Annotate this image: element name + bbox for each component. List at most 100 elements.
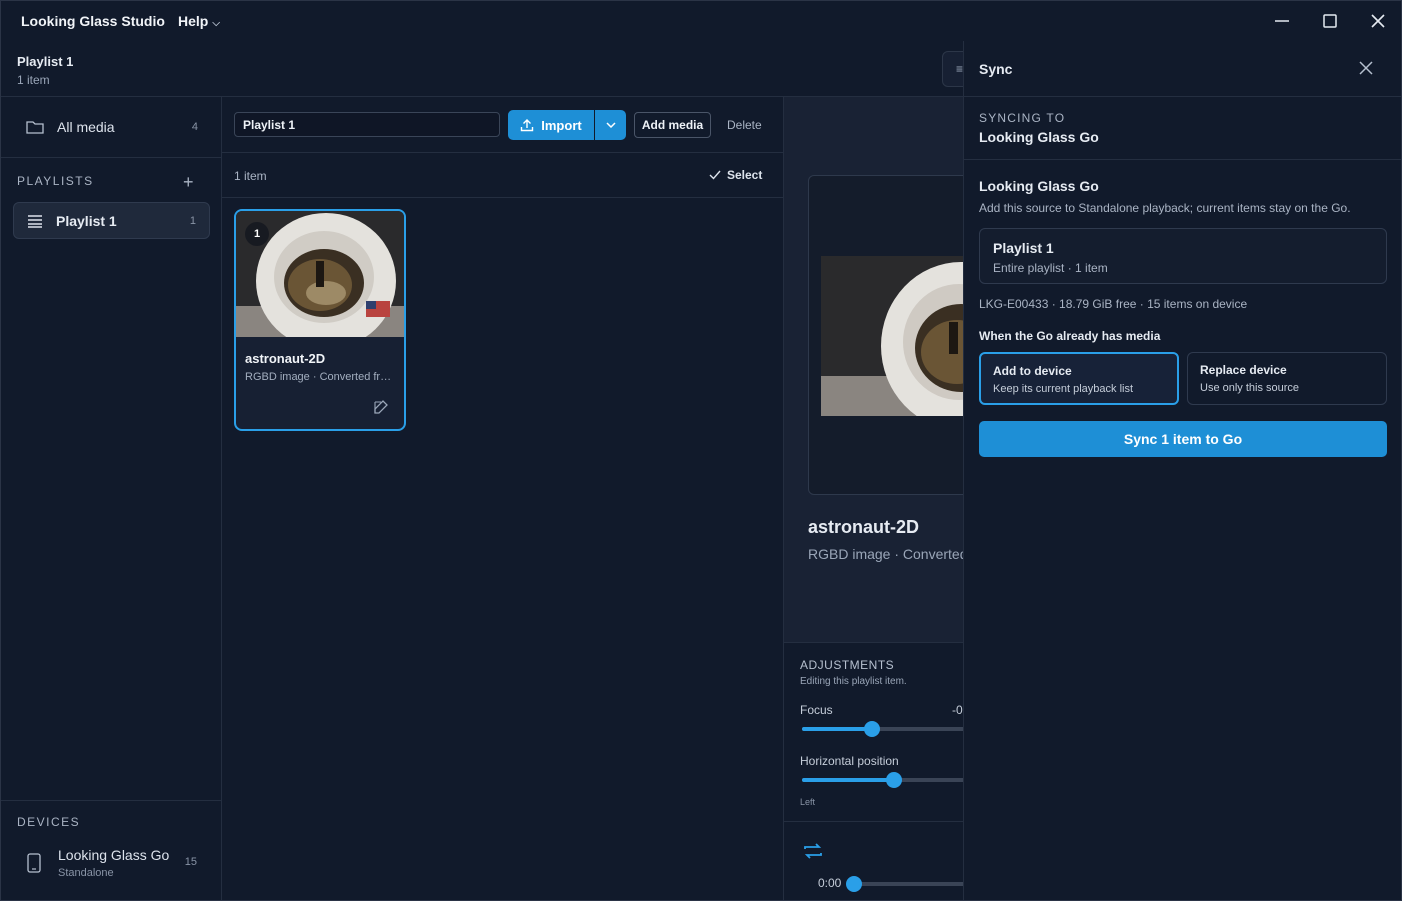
preview-panel: astronaut-2D RGBD image · Converted ADJU… bbox=[784, 97, 964, 900]
preview-image bbox=[821, 256, 964, 416]
help-menu[interactable]: Help ⌵ bbox=[178, 13, 220, 29]
add-playlist-button[interactable]: + bbox=[183, 172, 194, 193]
playlist-name-input[interactable]: Playlist 1 bbox=[234, 112, 500, 137]
chevron-down-icon: ⌵ bbox=[212, 18, 220, 29]
preview-frame bbox=[808, 175, 964, 495]
divider bbox=[1, 800, 222, 801]
select-label: Select bbox=[727, 168, 763, 182]
add-to-device-option[interactable]: Add to device Keep its current playback … bbox=[979, 352, 1179, 405]
maximize-icon bbox=[1323, 14, 1337, 28]
sidebar-item-label: Playlist 1 bbox=[56, 212, 117, 229]
horizontal-position-slider[interactable] bbox=[802, 772, 964, 788]
sidebar-item-playlist[interactable]: Playlist 1 1 bbox=[13, 202, 210, 239]
option-description: Keep its current playback list bbox=[993, 383, 1134, 395]
sidebar-item-label: All media bbox=[57, 119, 115, 135]
slider-fill bbox=[802, 778, 894, 782]
device-heading: Looking Glass Go bbox=[979, 178, 1099, 194]
conflict-label: When the Go already has media bbox=[979, 329, 1161, 343]
sidebar-item-device[interactable]: Looking Glass Go Standalone 15 bbox=[13, 841, 210, 885]
close-icon bbox=[1371, 14, 1385, 28]
sync-header: Sync bbox=[964, 41, 1401, 97]
focus-value: -0 bbox=[952, 703, 963, 717]
adjustments-subtitle: Editing this playlist item. bbox=[800, 676, 907, 687]
import-button[interactable]: Import bbox=[508, 110, 594, 140]
sidebar: All media 4 PLAYLISTS + Playlist 1 1 DEV… bbox=[1, 97, 222, 900]
add-media-button[interactable]: Add media bbox=[634, 112, 711, 138]
checkmark-icon bbox=[709, 170, 721, 180]
option-name: Replace device bbox=[1200, 363, 1287, 377]
folder-icon bbox=[26, 121, 44, 134]
item-count: 1 item bbox=[234, 169, 267, 183]
divider bbox=[1, 157, 222, 158]
divider bbox=[784, 821, 964, 822]
sync-title: Sync bbox=[979, 61, 1013, 77]
devices-heading: DEVICES bbox=[17, 815, 81, 829]
chevron-down-icon bbox=[605, 122, 616, 129]
media-title: astronaut-2D bbox=[245, 351, 326, 366]
edit-icon[interactable] bbox=[373, 399, 389, 415]
maximize-button[interactable] bbox=[1314, 7, 1346, 35]
focus-label: Focus bbox=[800, 703, 833, 717]
slider-handle[interactable] bbox=[846, 876, 862, 892]
app-window: Looking Glass Studio Help ⌵ Playlist 1 1 … bbox=[0, 0, 1402, 901]
device-icon bbox=[27, 853, 41, 873]
sync-button[interactable]: Sync 1 item to Go bbox=[979, 421, 1387, 457]
slider-handle[interactable] bbox=[885, 772, 902, 788]
page-header: Playlist 1 1 item ≡ bbox=[1, 41, 972, 97]
preview-meta: RGBD image · Converted bbox=[808, 546, 964, 562]
replace-device-option[interactable]: Replace device Use only this source bbox=[1187, 352, 1387, 405]
option-description: Use only this source bbox=[1200, 382, 1300, 394]
playlist-panel: Playlist 1 Import Add media Delete 1 ite… bbox=[222, 97, 784, 900]
device-count: 15 bbox=[184, 856, 197, 868]
source-name: Playlist 1 bbox=[993, 240, 1054, 256]
slider-left-label: Left bbox=[800, 797, 816, 807]
divider bbox=[222, 197, 784, 198]
help-menu-label: Help bbox=[178, 13, 209, 29]
select-button[interactable]: Select bbox=[709, 168, 762, 182]
device-info: LKG-E00433 · 18.79 GiB free · 15 items o… bbox=[979, 297, 1248, 311]
page-subtitle: 1 item bbox=[17, 73, 50, 87]
option-name: Add to device bbox=[993, 364, 1072, 378]
sync-source[interactable]: Playlist 1 Entire playlist · 1 item bbox=[979, 228, 1387, 284]
menu-icon: ≡ bbox=[956, 62, 964, 76]
sync-hint: Add this source to Standalone playback; … bbox=[979, 201, 1351, 215]
slider-fill bbox=[802, 727, 872, 731]
close-window-button[interactable] bbox=[1362, 7, 1394, 35]
list-icon bbox=[28, 214, 42, 228]
loop-icon[interactable] bbox=[802, 841, 824, 861]
source-description: Entire playlist · 1 item bbox=[993, 261, 1108, 275]
media-meta: RGBD image · Converted from 2D bbox=[245, 371, 395, 383]
focus-slider[interactable] bbox=[802, 721, 964, 737]
playback-time: 0:00 bbox=[818, 876, 842, 890]
syncing-to-label: SYNCING TO bbox=[979, 111, 1066, 125]
syncing-to-section: SYNCING TO Looking Glass Go bbox=[964, 97, 1401, 160]
upload-icon bbox=[521, 119, 534, 132]
sidebar-item-count: 4 bbox=[191, 121, 198, 133]
media-card[interactable]: 1 astronaut-2D RGBD image · Converted fr… bbox=[234, 209, 406, 431]
page-title: Playlist 1 bbox=[17, 54, 74, 69]
sync-panel: Sync SYNCING TO Looking Glass Go Looking… bbox=[963, 41, 1401, 900]
sidebar-item-count: 1 bbox=[189, 214, 196, 227]
playback-slider[interactable] bbox=[846, 876, 964, 892]
close-icon[interactable] bbox=[1359, 61, 1373, 75]
sidebar-item-all-media[interactable]: All media 4 bbox=[13, 107, 210, 147]
app-title: Looking Glass Studio bbox=[21, 13, 165, 29]
divider bbox=[222, 152, 784, 153]
playlists-heading: PLAYLISTS bbox=[17, 174, 94, 188]
import-dropdown-button[interactable] bbox=[595, 110, 626, 140]
preview-title: astronaut-2D bbox=[808, 517, 920, 537]
device-name: Looking Glass Go bbox=[58, 847, 170, 863]
adjustments-heading: ADJUSTMENTS bbox=[800, 658, 895, 672]
minimize-icon bbox=[1275, 20, 1289, 22]
target-device-name: Looking Glass Go bbox=[979, 129, 1099, 145]
item-index-badge: 1 bbox=[245, 222, 269, 246]
import-label: Import bbox=[541, 117, 582, 133]
horizontal-position-label: Horizontal position bbox=[800, 754, 899, 768]
slider-handle[interactable] bbox=[863, 721, 880, 737]
delete-button[interactable]: Delete bbox=[727, 118, 762, 132]
device-mode: Standalone bbox=[58, 867, 114, 879]
plus-icon: + bbox=[183, 172, 194, 192]
minimize-button[interactable] bbox=[1266, 7, 1298, 35]
title-bar: Looking Glass Studio Help ⌵ bbox=[1, 1, 1401, 41]
adjustments-panel: ADJUSTMENTS Editing this playlist item. … bbox=[784, 642, 964, 900]
